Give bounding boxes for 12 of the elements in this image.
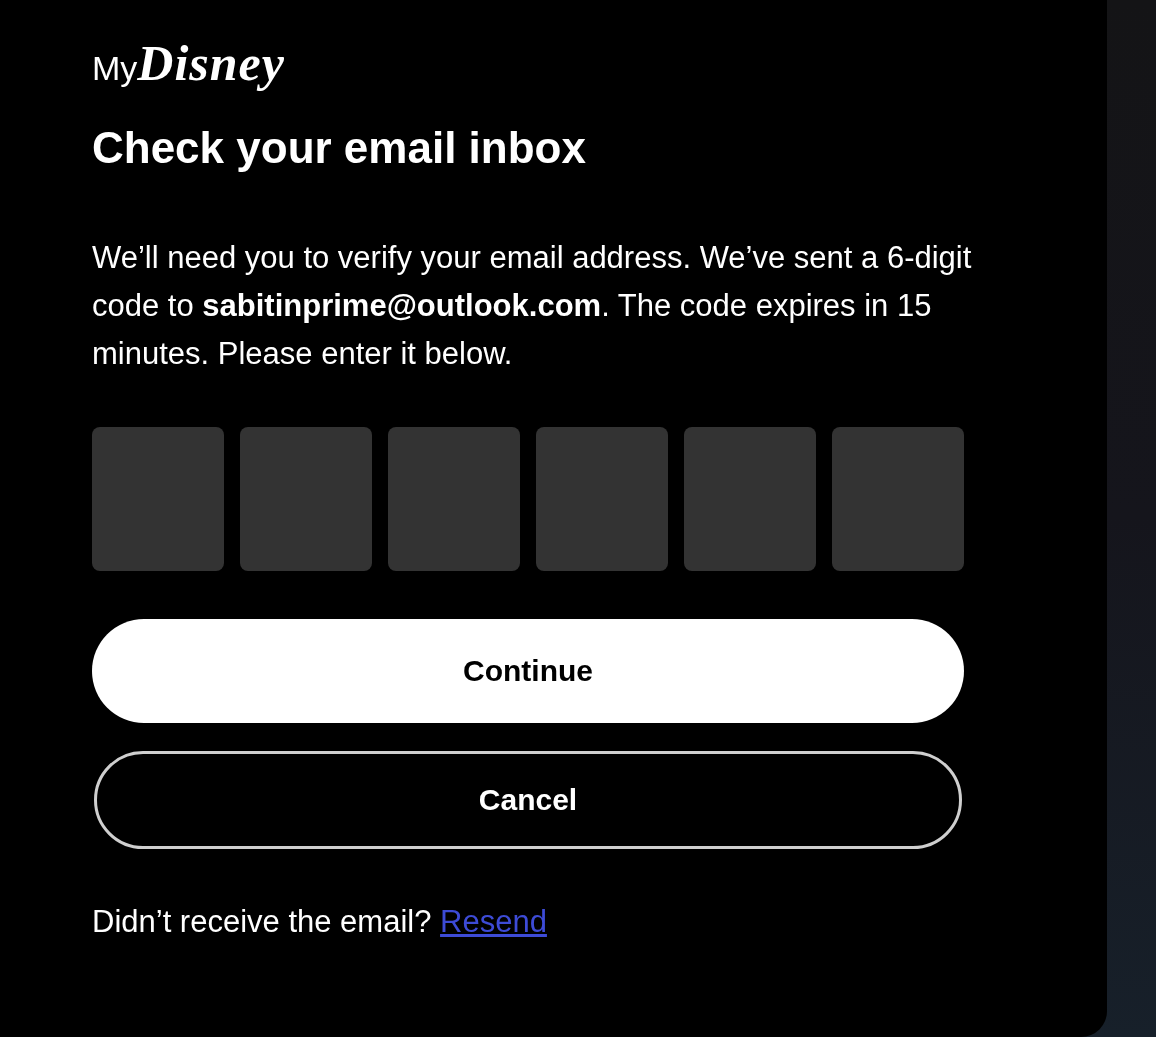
code-digit-field[interactable] [684, 427, 816, 571]
code-digit-field[interactable] [240, 427, 372, 571]
code-digit-field[interactable] [388, 427, 520, 571]
cancel-button[interactable]: Cancel [94, 751, 962, 849]
code-digit-field[interactable] [832, 427, 964, 571]
logo: MyDisney [92, 34, 285, 93]
resend-prompt: Didn’t receive the email? Resend [92, 903, 547, 941]
message-text: We’ll need you to verify your email address. We’ve sent a 6-digit code to sabitinprime@outlook.com. The code expires in 15 minutes. Please enter it below. [92, 239, 972, 373]
code-digit-field[interactable] [92, 427, 224, 571]
code-digit-field[interactable] [536, 427, 668, 571]
continue-button[interactable]: Continue [92, 619, 964, 723]
heading: Check your email inbox [92, 124, 586, 172]
